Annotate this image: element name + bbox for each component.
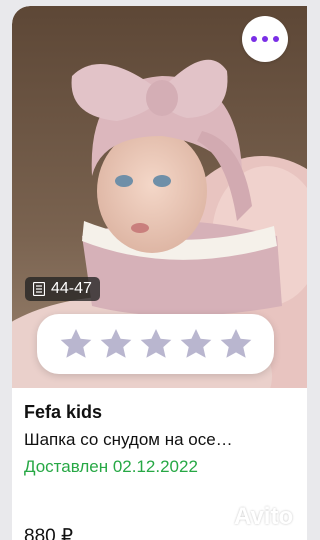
- avito-logo-icon: [201, 506, 227, 528]
- price: 880 ₽: [24, 526, 74, 540]
- more-options-button[interactable]: [242, 16, 288, 62]
- star-icon[interactable]: [137, 325, 175, 363]
- star-icon[interactable]: [97, 325, 135, 363]
- product-title[interactable]: Шапка со снудом на осе…: [24, 430, 294, 450]
- product-photo[interactable]: 44-47: [12, 6, 307, 388]
- size-badge-label: 44-47: [51, 280, 92, 297]
- seller-name[interactable]: Fefa kids: [24, 402, 102, 423]
- product-card[interactable]: 44-47 Fefa kids Шапка со снудом на осе… …: [12, 6, 307, 540]
- rating-stars[interactable]: [37, 314, 274, 374]
- document-icon: [33, 282, 45, 296]
- watermark-text: Avito: [234, 503, 294, 530]
- star-icon[interactable]: [57, 325, 95, 363]
- star-icon[interactable]: [217, 325, 255, 363]
- delivery-status: Доставлен 02.12.2022: [24, 457, 198, 476]
- size-badge: 44-47: [25, 277, 100, 301]
- more-dots-icon: [251, 36, 257, 42]
- more-dots-icon-dot-2: [262, 36, 268, 42]
- avito-watermark: Avito: [200, 503, 293, 531]
- star-icon[interactable]: [177, 325, 215, 363]
- more-dots-icon-dot-3: [273, 36, 279, 42]
